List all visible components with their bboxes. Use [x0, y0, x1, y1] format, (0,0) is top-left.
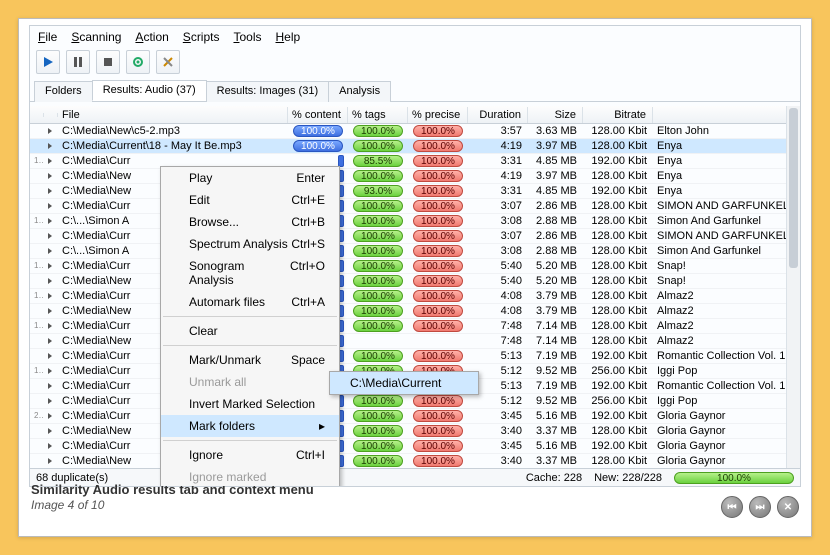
play-button[interactable]	[36, 50, 60, 74]
menu-item[interactable]: Mark folders▸	[161, 415, 339, 437]
tools-button[interactable]	[156, 50, 180, 74]
menu-item[interactable]: Mark/UnmarkSpace	[161, 349, 339, 371]
menu-action[interactable]: Action	[135, 30, 168, 44]
menu-file[interactable]: File	[38, 30, 57, 44]
column-header[interactable]: % precise	[408, 107, 468, 123]
column-header[interactable]: Artist	[653, 107, 800, 123]
column-header[interactable]: File	[58, 107, 288, 123]
context-submenu[interactable]: C:\Media\Current	[329, 371, 479, 395]
table-row[interactable]: 1 4C:\Media\Curr85.5%100.0%3:314.85 MB19…	[30, 154, 800, 169]
status-new: New: 228/228	[594, 472, 662, 484]
table-row[interactable]: C:\Media\New100.0%100.0%4:083.79 MB128.0…	[30, 304, 800, 319]
column-header[interactable]: % content	[288, 107, 348, 123]
menu-item[interactable]: Sonogram AnalysisCtrl+O	[161, 255, 339, 291]
context-menu[interactable]: PlayEnterEditCtrl+EBrowse...Ctrl+BSpectr…	[160, 166, 340, 487]
app-pane: File Scanning Action Scripts Tools Help Folde…	[29, 25, 801, 487]
gallery-caption: Similarity Audio results tab and context…	[31, 482, 314, 512]
settings-button[interactable]	[126, 50, 150, 74]
table-row[interactable]: C:\Media\Curr100.0%100.0%3:072.86 MB128.…	[30, 229, 800, 244]
column-header[interactable]: Duration	[468, 107, 528, 123]
column-header[interactable]: Size	[528, 107, 583, 123]
caption-sub: Image 4 of 10	[31, 498, 104, 512]
pager-close-button[interactable]: ✕	[777, 496, 799, 518]
table-row[interactable]: C:\Media\Current\18 - May It Be.mp3100.0…	[30, 139, 800, 154]
menu-item: Unmark all	[161, 371, 339, 393]
table-row[interactable]: C:\Media\New7:487.14 MB128.00 KbitAlmaz2	[30, 334, 800, 349]
table-row[interactable]: C:\Media\Curr100.0%100.0%3:072.86 MB128.…	[30, 199, 800, 214]
table-row[interactable]: C:\Media\Curr100.0%100.0%5:137.19 MB192.…	[30, 349, 800, 364]
table-row[interactable]: C:\Media\New100.0%100.0%3:403.37 MB128.0…	[30, 424, 800, 439]
grid-header-row: File% content% tags% preciseDurationSize…	[30, 106, 800, 124]
pager-prev-button[interactable]: ⏮	[721, 496, 743, 518]
table-row[interactable]: C:\Media\New100.0%100.0%4:193.97 MB128.0…	[30, 169, 800, 184]
table-row[interactable]: C:\Media\Curr100.0%100.0%3:455.16 MB192.…	[30, 439, 800, 454]
table-row[interactable]: 1 8C:\Media\Curr100.0%100.0%7:487.14 MB1…	[30, 319, 800, 334]
tabstrip: FoldersResults: Audio (37)Results: Image…	[30, 80, 800, 102]
table-row[interactable]: 1 5C:\...\Simon A100.0%100.0%3:082.88 MB…	[30, 214, 800, 229]
menu-scripts[interactable]: Scripts	[183, 30, 220, 44]
table-row[interactable]: C:\Media\New100.0%100.0%3:403.37 MB128.0…	[30, 454, 800, 468]
gallery-pager: ⏮ ⏭ ✕	[721, 496, 799, 518]
menu-item[interactable]: PlayEnter	[161, 167, 339, 189]
toolbar	[30, 48, 800, 80]
table-row[interactable]: C:\Media\Curr100.0%100.0%5:129.52 MB256.…	[30, 394, 800, 409]
menu-item[interactable]: Browse...Ctrl+B	[161, 211, 339, 233]
menubar: File Scanning Action Scripts Tools Help	[30, 26, 800, 48]
menu-item: Ignore marked	[161, 466, 339, 487]
submenu-item[interactable]: C:\Media\Current	[330, 372, 478, 394]
menu-scanning[interactable]: Scanning	[71, 30, 121, 44]
status-progress: 100.0%	[674, 472, 794, 484]
column-header[interactable]: Bitrate	[583, 107, 653, 123]
pause-button[interactable]	[66, 50, 90, 74]
results-grid: File% content% tags% preciseDurationSize…	[30, 106, 800, 468]
menu-help[interactable]: Help	[276, 30, 301, 44]
tab[interactable]: Results: Images (31)	[206, 81, 329, 102]
menu-item[interactable]: IgnoreCtrl+I	[161, 444, 339, 466]
menu-tools[interactable]: Tools	[233, 30, 261, 44]
table-row[interactable]: C:\Media\New\c5-2.mp3100.0%100.0%100.0%3…	[30, 124, 800, 139]
menu-item[interactable]: Invert Marked Selection	[161, 393, 339, 415]
menu-item[interactable]: Automark filesCtrl+A	[161, 291, 339, 313]
table-row[interactable]: 1 7C:\Media\Curr100.0%100.0%4:083.79 MB1…	[30, 289, 800, 304]
menu-item[interactable]: Spectrum AnalysisCtrl+S	[161, 233, 339, 255]
menu-item[interactable]: Clear	[161, 320, 339, 342]
table-row[interactable]: 1 6C:\Media\Curr100.0%100.0%5:405.20 MB1…	[30, 259, 800, 274]
column-header[interactable]	[30, 113, 44, 117]
table-row[interactable]: 2 0C:\Media\Curr100.0%100.0%3:455.16 MB1…	[30, 409, 800, 424]
column-header[interactable]: % tags	[348, 107, 408, 123]
app-window: File Scanning Action Scripts Tools Help Folde…	[18, 18, 812, 537]
table-row[interactable]: C:\Media\New93.0%100.0%3:314.85 MB192.00…	[30, 184, 800, 199]
vertical-scrollbar[interactable]	[786, 106, 800, 468]
pager-next-button[interactable]: ⏭	[749, 496, 771, 518]
table-row[interactable]: C:\Media\New100.0%100.0%5:405.20 MB128.0…	[30, 274, 800, 289]
table-row[interactable]: C:\...\Simon A100.0%100.0%3:082.88 MB128…	[30, 244, 800, 259]
stop-button[interactable]	[96, 50, 120, 74]
status-cache: Cache: 228	[526, 472, 582, 484]
tab[interactable]: Results: Audio (37)	[92, 80, 207, 101]
tab[interactable]: Folders	[34, 81, 93, 102]
tab[interactable]: Analysis	[328, 81, 391, 102]
menu-item[interactable]: EditCtrl+E	[161, 189, 339, 211]
column-header[interactable]	[44, 113, 58, 117]
